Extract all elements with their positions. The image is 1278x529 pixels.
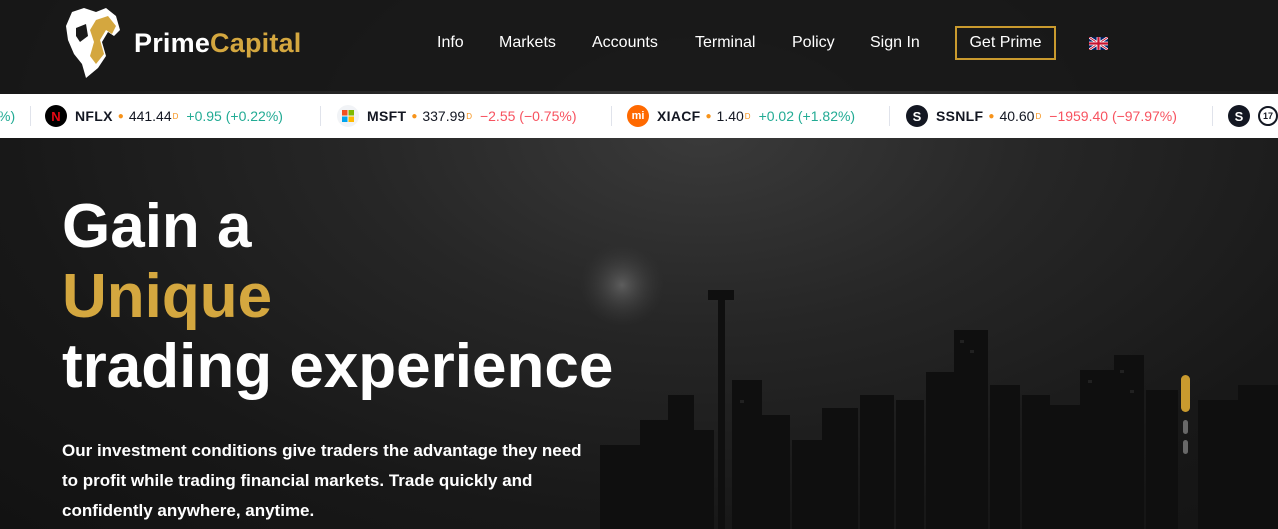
slider-dot-active[interactable] [1181, 375, 1190, 412]
nav-item-accounts[interactable]: Accounts [592, 34, 658, 52]
slider-dot[interactable] [1183, 440, 1188, 454]
hero-headline-line3: trading experience [62, 332, 614, 401]
tradingview-logo-icon: 17 [1258, 106, 1278, 126]
hero-headline-line2: Unique [62, 262, 273, 331]
samsung-logo-icon: S [906, 105, 928, 127]
nav-item-terminal[interactable]: Terminal [695, 34, 755, 52]
ticker-item-msft[interactable]: MSFT ● 337.99 D −2.55 (−0.75%) [337, 94, 576, 138]
ticker-divider [1212, 106, 1213, 126]
ticker-item-ssnlf[interactable]: S SSNLF ● 40.60 D −1959.40 (−97.97%) [906, 94, 1177, 138]
ticker-divider [889, 106, 890, 126]
hero-headline-line1: Gain a [62, 192, 252, 261]
ticker-tape: %) N NFLX ● 441.44D +0.95 (+0.22%) MSFT … [0, 94, 1278, 138]
nav-item-markets[interactable]: Markets [499, 34, 556, 52]
get-prime-button[interactable]: Get Prime [955, 26, 1056, 60]
xiaomi-logo-icon: mi [627, 105, 649, 127]
ticker-item-partial[interactable]: S 17 [1228, 94, 1278, 138]
nav-item-policy[interactable]: Policy [792, 34, 835, 52]
uk-flag-icon[interactable] [1089, 37, 1108, 50]
ticker-divider [611, 106, 612, 126]
hero-description: Our investment conditions give traders t… [62, 441, 582, 520]
ticker-divider [30, 106, 31, 126]
ticker-item-nflx[interactable]: N NFLX ● 441.44 D +0.95 (+0.22%) [45, 94, 283, 138]
ticker-fragment: %) [0, 108, 16, 124]
netflix-logo-icon: N [45, 105, 67, 127]
lion-logo-icon [66, 8, 120, 78]
samsung-logo-icon: S [1228, 105, 1250, 127]
slider-dot[interactable] [1183, 420, 1188, 434]
hero-headline: Gain a Unique trading experience [62, 192, 613, 402]
brand-name-first: Prime [134, 27, 211, 58]
ticker-item-xiacf[interactable]: mi XIACF ● 1.40 D +0.02 (+1.82%) [627, 94, 855, 138]
brand-logo[interactable]: PrimeCapital [62, 6, 301, 80]
site-header: PrimeCapital Info Markets Accounts Termi… [0, 0, 1278, 91]
microsoft-logo-icon [337, 105, 359, 127]
brand-name-second: Capital [210, 27, 302, 58]
brand-name: PrimeCapital [134, 28, 301, 59]
nav-item-sign-in[interactable]: Sign In [870, 34, 920, 52]
ticker-divider [320, 106, 321, 126]
nav-item-info[interactable]: Info [437, 34, 464, 52]
